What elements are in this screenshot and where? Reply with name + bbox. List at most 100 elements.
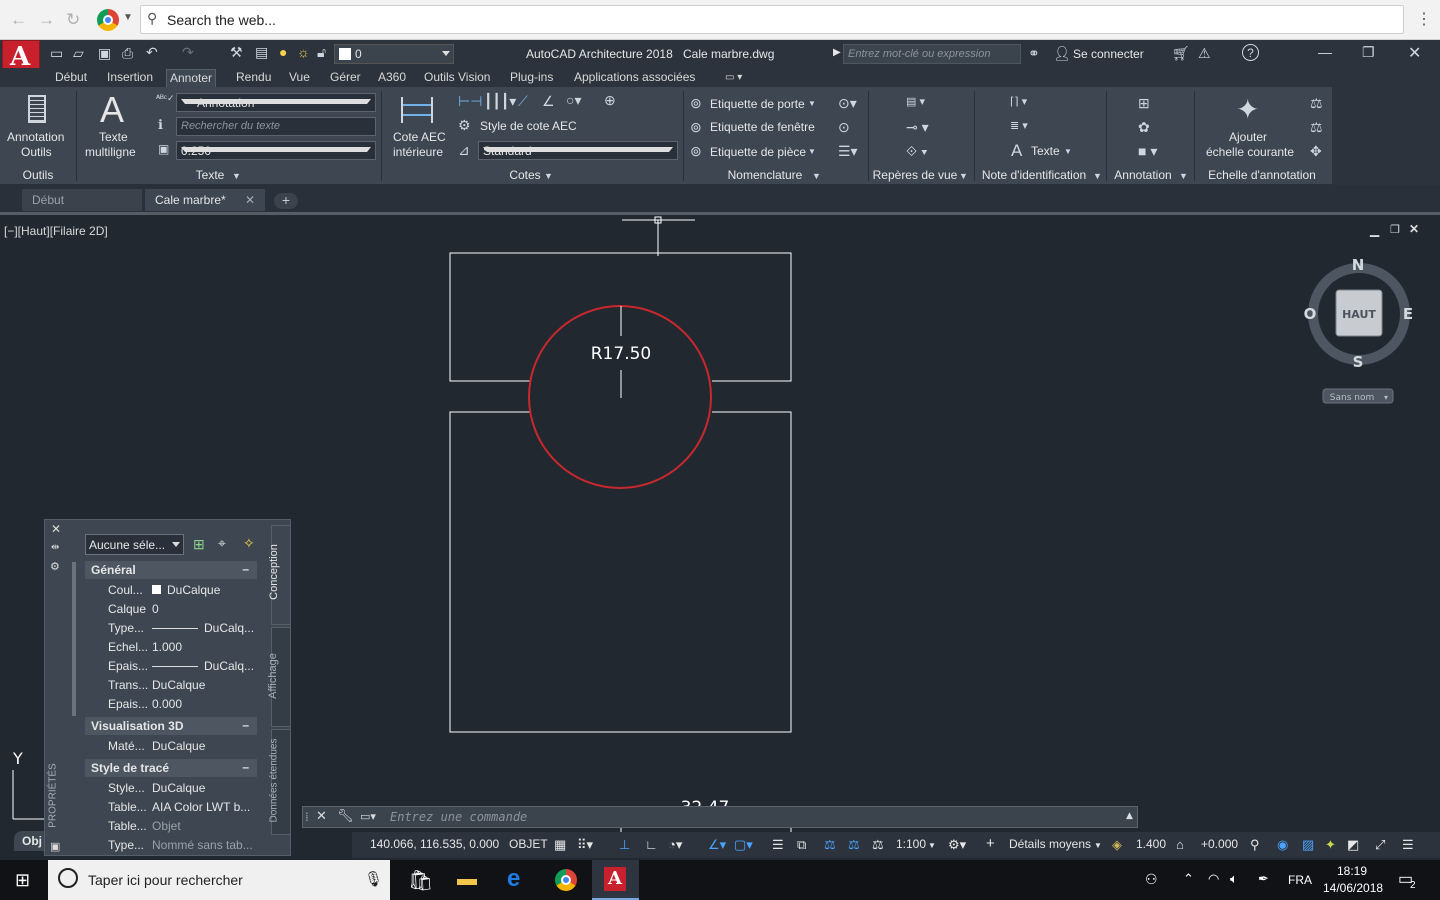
section-mark-icon[interactable]: ⊸ ▾ (906, 119, 929, 136)
elevation-value[interactable]: +0.000 (1201, 837, 1238, 851)
lower-block[interactable] (449, 411, 792, 733)
isolate-icon[interactable]: ◉ (1277, 837, 1288, 853)
tray-chevron-icon[interactable]: ⌃ (1183, 871, 1194, 887)
chevron-down-icon[interactable]: ▼ (808, 147, 816, 156)
tab-applications[interactable]: Applications associées (571, 69, 698, 87)
command-close-icon[interactable]: ✕ (316, 809, 327, 824)
palette-close-icon[interactable]: ✕ (51, 522, 61, 536)
cart-icon[interactable]: 🛒︎ (1172, 45, 1190, 62)
reload-icon[interactable]: ↻ (66, 10, 80, 30)
infer-icon[interactable]: ⊥ (619, 837, 630, 853)
surface-hatch-icon[interactable]: ⚲ (1250, 837, 1260, 853)
fullscreen-icon[interactable]: ⤢ (1375, 837, 1385, 853)
keynote-legend-icon[interactable]: ≣ ▾ (1010, 119, 1028, 132)
model-space-toggle[interactable]: OBJET (509, 837, 548, 851)
linear-dimension-icon[interactable]: ⊢⊣ (458, 93, 482, 110)
sun-icon[interactable]: ☼ (297, 44, 310, 60)
layer-dropdown[interactable]: 0 (334, 44, 454, 64)
tab-current-document[interactable]: Cale marbre* ✕ (145, 189, 265, 211)
panel-title-cotes[interactable]: Cotes (500, 168, 550, 184)
command-customize-icon[interactable]: 🔧︎ (337, 809, 354, 824)
tab-plug-ins[interactable]: Plug-ins (507, 69, 556, 87)
keynote-text-button[interactable]: Texte (1031, 144, 1060, 158)
user-icon[interactable]: 👤︎ (1053, 45, 1071, 62)
omnibox[interactable]: ⚲ Search the web... (140, 5, 1404, 34)
viewcube-east[interactable]: E (1403, 305, 1413, 323)
panel-title-reperes[interactable]: Repères de vue (872, 168, 958, 184)
model-tab[interactable]: Obj (14, 831, 44, 851)
elevation-mark-icon[interactable]: ▤ ▾ (906, 95, 925, 108)
selection-dropdown[interactable]: Aucune séle... (85, 534, 184, 555)
toggle-pickadd-icon[interactable]: ⊞ (193, 536, 205, 553)
tab-vue[interactable]: Vue (286, 69, 313, 87)
property-row[interactable]: Epais... 0.000 (84, 694, 256, 713)
sign-in-button[interactable]: Se connecter (1073, 47, 1144, 61)
volume-icon[interactable]: 🔈︎ (1230, 871, 1238, 887)
tag-tool2-icon[interactable]: ⊙ (838, 119, 850, 136)
graphics-icon[interactable]: ◩ (1347, 837, 1359, 853)
keynote-icon[interactable]: ⌈⌉ ▾ (1010, 95, 1027, 108)
dimension-style-label[interactable]: Style de cote AEC (480, 119, 577, 133)
property-row[interactable]: Type... DuCalq... (84, 618, 256, 637)
annotation-scale-value[interactable]: 1:100 (896, 837, 926, 851)
dimension-style-dropdown[interactable]: Standard (478, 141, 678, 160)
callout-mark-icon[interactable]: ⟐ ▾ (906, 143, 928, 160)
spell-check-icon[interactable]: ᴬᴮᶜ✓ (156, 93, 175, 104)
search-arrow-icon[interactable]: ▶ (833, 47, 841, 58)
property-row[interactable]: Style... DuCalque (84, 778, 256, 797)
isodraft-icon[interactable]: ∠▾ (708, 837, 726, 853)
polar-icon[interactable]: ◔▾ (668, 837, 682, 853)
windows-start-icon[interactable]: ⊞ (15, 870, 30, 891)
tab-insertion[interactable]: Insertion (104, 69, 156, 87)
clean-screen-icon[interactable]: ✦ (1325, 837, 1336, 853)
palette-autohide-icon[interactable]: ⇹ (51, 542, 59, 553)
edge-icon[interactable]: e (507, 865, 520, 893)
palette-title-strip[interactable]: PROPRIÉTÉS (47, 760, 63, 832)
file-explorer-icon[interactable]: ▬ (457, 868, 477, 891)
tab-conception[interactable]: Conception (268, 525, 291, 625)
lightbulb-icon[interactable]: ● (279, 44, 287, 60)
open-icon[interactable]: ▱ (73, 45, 84, 62)
network-icon[interactable]: ◠ (1208, 871, 1219, 887)
tab-outils-vision[interactable]: Outils Vision (421, 69, 493, 87)
osnap-icon[interactable]: ▢▾ (734, 837, 753, 853)
schedule-icon[interactable]: ☰▾ (838, 143, 858, 160)
restore-icon[interactable]: ❐ (1362, 44, 1375, 61)
hardware-accel-icon[interactable]: ▨ (1302, 837, 1314, 853)
command-grip-icon[interactable]: ⁞ (305, 810, 309, 824)
tag-tool-icon[interactable]: ⊙▾ (838, 95, 857, 112)
ortho-icon[interactable]: ∟ (645, 837, 658, 852)
pen-icon[interactable]: ✒ (1258, 871, 1269, 887)
a360-icon[interactable]: ⚠ (1198, 45, 1211, 62)
add-current-scale-button[interactable]: ✦ Ajouter échelle courante (1200, 91, 1304, 161)
chevron-down-icon[interactable]: ▼ (1064, 147, 1072, 156)
find-text-icon[interactable]: ℹ (158, 117, 163, 133)
palette-bottom-icon[interactable]: ▣ (50, 840, 60, 853)
aligned-dimension-icon[interactable]: ⟋ (518, 93, 528, 110)
tab-rendu[interactable]: Rendu (233, 69, 274, 87)
language-indicator[interactable]: FRA (1288, 873, 1312, 887)
radius-dimension-text[interactable]: R17.50 (591, 344, 651, 364)
chevron-down-icon[interactable]: ▼ (928, 841, 936, 850)
door-tag-button[interactable]: Etiquette de porte (710, 97, 805, 111)
grid-icon[interactable]: ▦ (554, 837, 566, 853)
autoscale-icon[interactable]: ⚖ (848, 837, 860, 853)
panel-dropdown-icon[interactable]: ▼ (1179, 171, 1188, 181)
people-icon[interactable]: ⚇ (1145, 871, 1158, 888)
tab-annoter[interactable]: Annoter (166, 69, 217, 87)
elevation-icon[interactable]: ⌂ (1176, 837, 1184, 852)
cut-plane-value[interactable]: 1.400 (1136, 837, 1166, 851)
aec-dimension-button[interactable]: Cote AEC intérieure (386, 91, 452, 161)
chevron-down-icon[interactable]: ▼ (808, 99, 816, 108)
redo-icon[interactable]: ↷ (182, 44, 194, 61)
property-row[interactable]: Type... Nommé sans tab... (84, 835, 256, 854)
property-row[interactable]: Table... AIA Color LWT b... (84, 797, 256, 816)
panel-dropdown-icon[interactable]: ▼ (812, 171, 821, 181)
panel-dropdown-icon[interactable]: ▼ (959, 171, 968, 181)
panel-dropdown-icon[interactable]: ▼ (232, 171, 241, 181)
chevron-down-icon[interactable]: ▼ (1094, 841, 1102, 850)
microphone-icon[interactable]: 🎙︎ (364, 870, 383, 888)
tab-gerer[interactable]: Gérer (327, 69, 364, 87)
tab-affichage[interactable]: Affichage (267, 627, 291, 727)
window-tag-button[interactable]: Etiquette de fenêtre (710, 120, 815, 134)
